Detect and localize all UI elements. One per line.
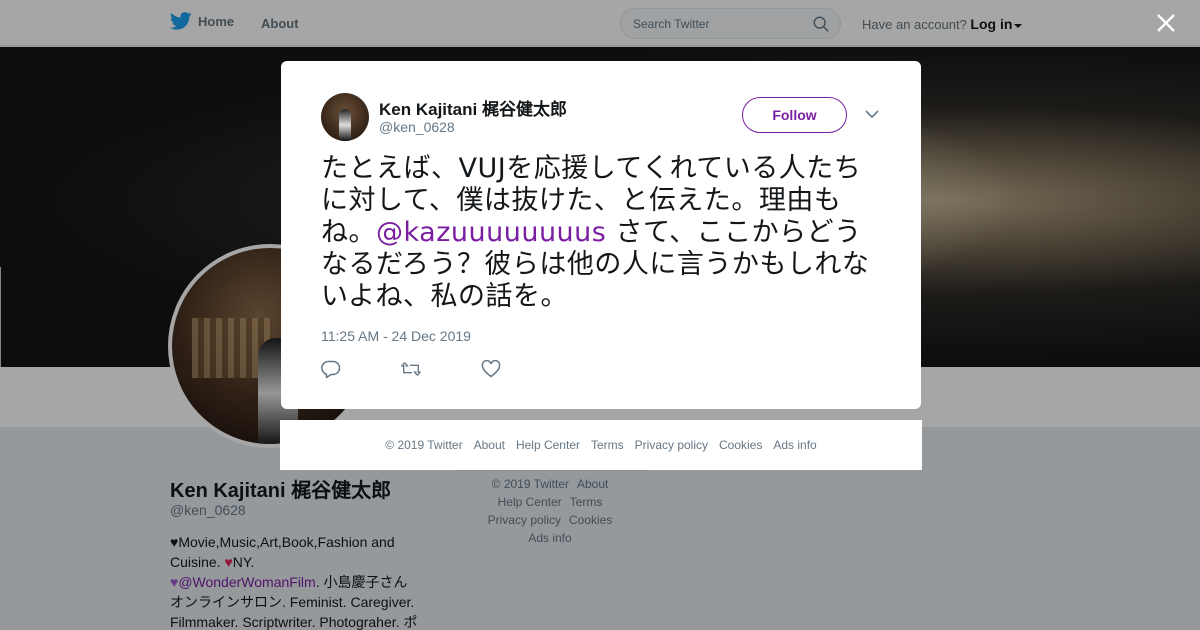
footer-copyright: © 2019 Twitter [385,438,463,452]
footer-terms-link[interactable]: Terms [591,438,624,452]
modal-footer: © 2019 Twitter About Help Center Terms P… [280,420,922,470]
footer-cookies-link[interactable]: Cookies [719,438,762,452]
tweet-mention-link[interactable]: @kazuuuuuuuus [376,217,606,248]
footer-help-link[interactable]: Help Center [516,438,580,452]
footer-about-link[interactable]: About [474,438,505,452]
avatar-figure [339,109,351,141]
tweet-author-avatar[interactable] [321,93,369,141]
retweet-icon[interactable] [401,360,421,378]
footer-ads-link[interactable]: Ads info [773,438,816,452]
tweet-timestamp[interactable]: 11:25 AM - 24 Dec 2019 [321,328,471,344]
follow-button[interactable]: Follow [742,97,847,133]
tweet-actions [321,360,501,378]
tweet-text: たとえば、VUJを応援してくれている人たちに対して、僕は抜けた、と伝えた。理由も… [321,153,887,313]
tweet-modal: Ken Kajitani 梶谷健太郎 @ken_0628 Follow たとえば… [281,61,921,409]
close-icon[interactable] [1154,12,1178,36]
footer-privacy-link[interactable]: Privacy policy [635,438,708,452]
reply-icon[interactable] [321,360,341,378]
chevron-down-icon[interactable] [865,109,879,119]
heart-icon[interactable] [481,360,501,378]
tweet-author-handle[interactable]: @ken_0628 [379,119,455,135]
tweet-author-name[interactable]: Ken Kajitani 梶谷健太郎 [379,95,567,120]
